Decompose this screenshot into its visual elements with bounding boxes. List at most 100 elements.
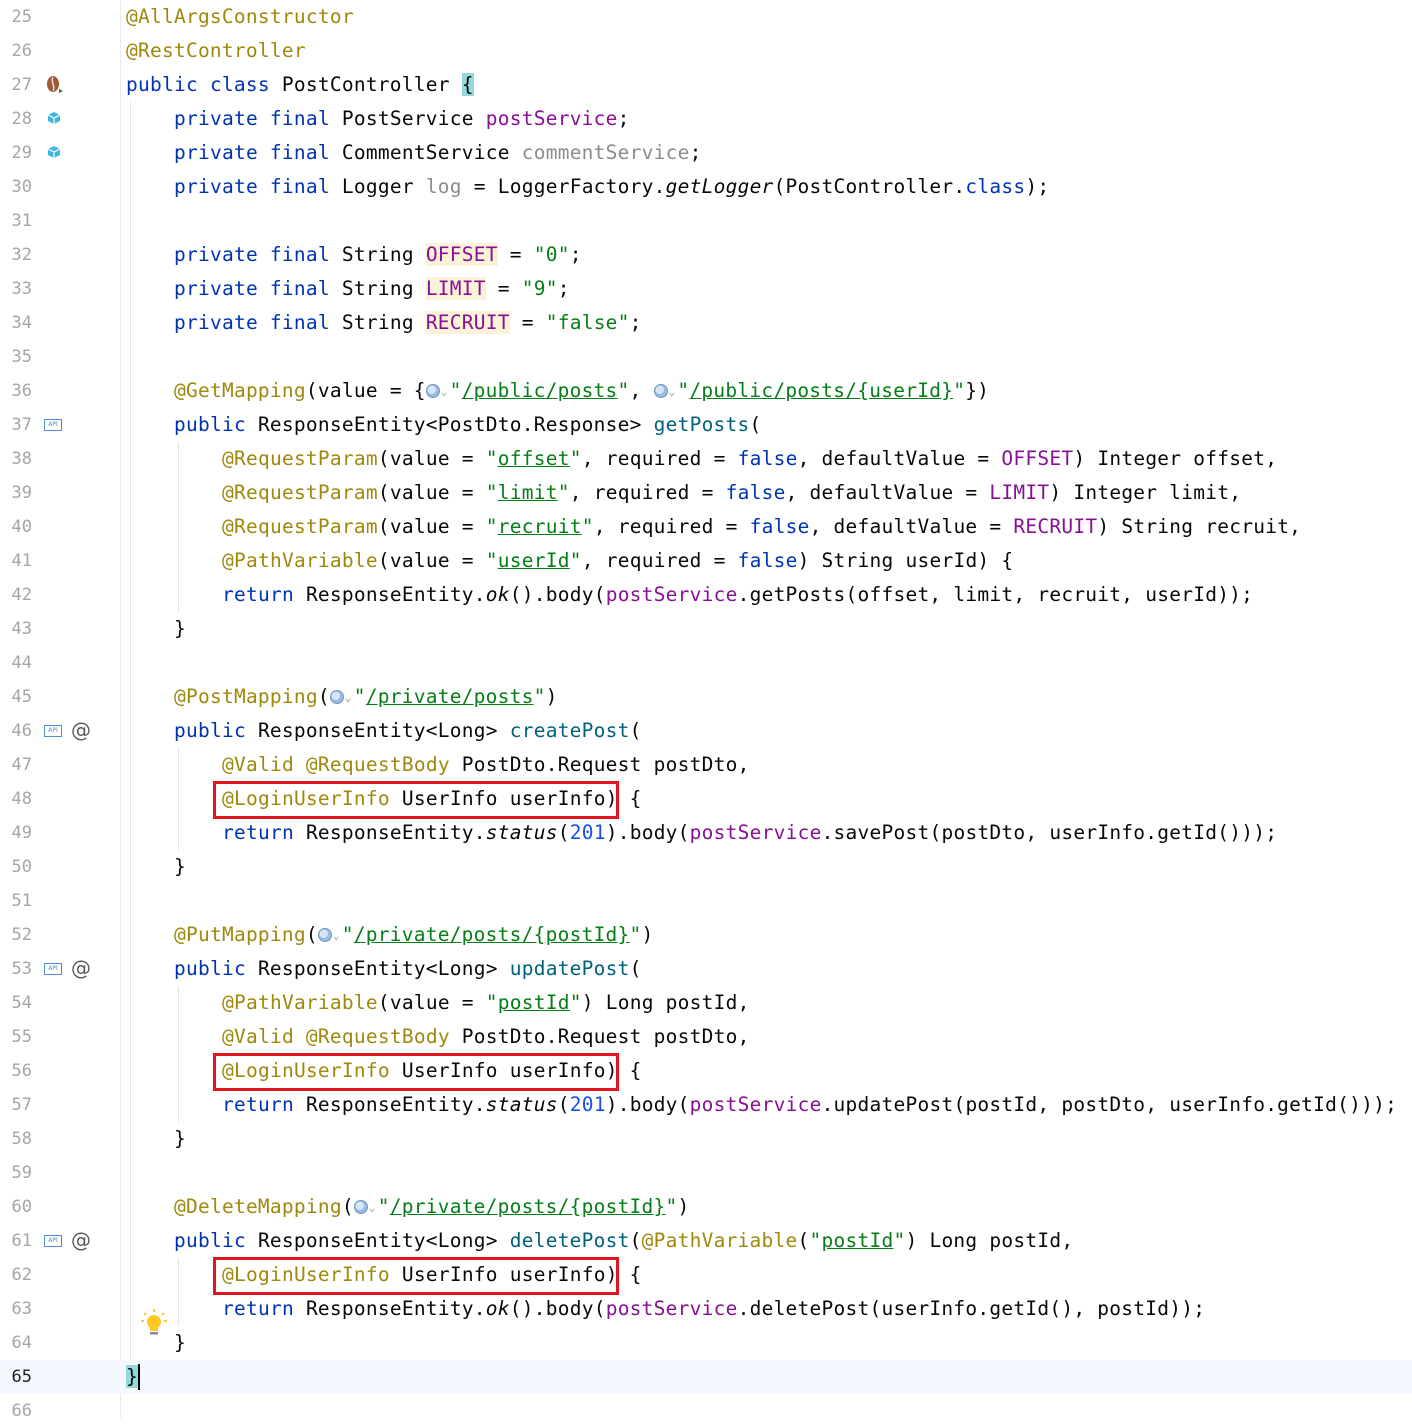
code-line[interactable]: 52 @PutMapping(⌄ "/private/posts/{postId}"… (0, 918, 1412, 952)
code-text[interactable]: } (174, 1326, 186, 1360)
line-number[interactable]: 29 (0, 136, 32, 170)
bean-icon[interactable] (46, 144, 62, 164)
line-number[interactable]: 53 (0, 952, 32, 986)
code-text[interactable]: @RequestParam(value = "offset", required… (222, 442, 1277, 476)
code-text[interactable]: @GetMapping(value = {⌄ "/public/posts", ⌄… (174, 374, 989, 409)
code-text[interactable]: @Valid @RequestBody PostDto.Request post… (222, 748, 750, 782)
code-line[interactable]: 63 return ResponseEntity.ok().body(postSe… (0, 1292, 1412, 1326)
code-text[interactable]: private final String OFFSET = "0"; (174, 238, 582, 272)
api-endpoint-icon[interactable]: API (44, 725, 62, 737)
line-number[interactable]: 41 (0, 544, 32, 578)
code-text[interactable]: return ResponseEntity.ok().body(postServ… (222, 578, 1253, 612)
code-text[interactable]: @PathVariable(value = "postId") Long pos… (222, 986, 750, 1020)
code-text[interactable]: @Valid @RequestBody PostDto.Request post… (222, 1020, 750, 1054)
code-line[interactable]: 28 private final PostService postService; (0, 102, 1412, 136)
line-number[interactable]: 30 (0, 170, 32, 204)
code-line[interactable]: 51 (0, 884, 1412, 918)
code-text[interactable]: public ResponseEntity<Long> updatePost( (174, 952, 642, 986)
api-endpoint-icon[interactable]: API (44, 963, 62, 975)
line-number[interactable]: 44 (0, 646, 32, 680)
code-text[interactable]: @DeleteMapping(⌄ "/private/posts/{postId}… (174, 1190, 690, 1225)
url-globe-icon[interactable]: ⌄ (425, 379, 450, 402)
code-line[interactable]: 61 public ResponseEntity<Long> deletePost… (0, 1224, 1412, 1258)
code-text[interactable]: @RestController (126, 34, 306, 68)
code-line[interactable]: 64} (0, 1309, 1412, 1360)
code-line[interactable]: 50} (0, 850, 1412, 884)
code-text[interactable]: @AllArgsConstructor (126, 0, 354, 34)
line-number[interactable]: 28 (0, 102, 32, 136)
line-number[interactable]: 32 (0, 238, 32, 272)
code-text[interactable]: private final Logger log = LoggerFactory… (174, 170, 1049, 204)
url-globe-icon[interactable]: ⌄ (329, 685, 354, 708)
code-text[interactable]: private final String RECRUIT = "false"; (174, 306, 642, 340)
code-line[interactable]: 34 private final String RECRUIT = "false"… (0, 306, 1412, 340)
code-text[interactable]: return ResponseEntity.status(201).body(p… (222, 1088, 1397, 1122)
line-number[interactable]: 46 (0, 714, 32, 748)
code-text[interactable]: } (174, 1122, 186, 1156)
line-number[interactable]: 57 (0, 1088, 32, 1122)
coffee-bean-icon[interactable] (44, 74, 66, 100)
code-line[interactable]: 55 @Valid @RequestBody PostDto.Request po… (0, 1020, 1412, 1054)
bean-icon[interactable] (46, 110, 62, 130)
code-line[interactable]: 47 @Valid @RequestBody PostDto.Request po… (0, 748, 1412, 782)
code-line[interactable]: 56 @LoginUserInfo UserInfo userInfo) { (0, 1054, 1412, 1088)
code-text[interactable]: } (174, 850, 186, 884)
code-text[interactable]: public class PostController { (126, 68, 474, 102)
code-line[interactable]: 43} (0, 612, 1412, 646)
code-line[interactable]: 25 @AllArgsConstructor (0, 0, 1412, 34)
api-endpoint-icon[interactable]: API (44, 1235, 62, 1247)
code-line[interactable]: 45 @PostMapping(⌄ "/private/posts") (0, 680, 1412, 714)
code-line[interactable]: 35 (0, 340, 1412, 374)
code-text[interactable]: } (174, 612, 186, 646)
code-line[interactable]: 36 @GetMapping(value = {⌄ "/public/posts",… (0, 374, 1412, 408)
line-number[interactable]: 31 (0, 204, 32, 238)
code-text[interactable]: public ResponseEntity<Long> createPost( (174, 714, 642, 748)
line-number[interactable]: 51 (0, 884, 32, 918)
code-line[interactable]: 39 @RequestParam(value = "limit", require… (0, 476, 1412, 510)
code-line[interactable]: 46 public ResponseEntity<Long> createPost… (0, 714, 1412, 748)
line-number[interactable]: 64 (0, 1326, 32, 1360)
code-line[interactable]: 48 @LoginUserInfo UserInfo userInfo) { (0, 782, 1412, 816)
code-line[interactable]: 41 @PathVariable(value = "userId", requir… (0, 544, 1412, 578)
annotation-at-icon[interactable]: @ (71, 720, 91, 740)
line-number[interactable]: 55 (0, 1020, 32, 1054)
line-number[interactable]: 43 (0, 612, 32, 646)
line-number[interactable]: 56 (0, 1054, 32, 1088)
line-number[interactable]: 61 (0, 1224, 32, 1258)
code-text[interactable]: @PostMapping(⌄ "/private/posts") (174, 680, 558, 715)
line-number[interactable]: 38 (0, 442, 32, 476)
code-line[interactable]: 40 @RequestParam(value = "recruit", requi… (0, 510, 1412, 544)
line-number[interactable]: 42 (0, 578, 32, 612)
code-line[interactable]: 27 public class PostController { (0, 68, 1412, 102)
code-line[interactable]: 42 return ResponseEntity.ok().body(postSe… (0, 578, 1412, 612)
code-line[interactable]: 30 private final Logger log = LoggerFacto… (0, 170, 1412, 204)
line-number[interactable]: 34 (0, 306, 32, 340)
url-globe-icon[interactable]: ⌄ (653, 379, 678, 402)
line-number[interactable]: 37 (0, 408, 32, 442)
line-number[interactable]: 47 (0, 748, 32, 782)
code-line[interactable]: 66 (0, 1394, 1412, 1428)
line-number[interactable]: 66 (0, 1394, 32, 1428)
line-number[interactable]: 26 (0, 34, 32, 68)
line-number[interactable]: 58 (0, 1122, 32, 1156)
code-line[interactable]: 44 (0, 646, 1412, 680)
annotation-at-icon[interactable]: @ (71, 958, 91, 978)
url-globe-icon[interactable]: ⌄ (353, 1195, 378, 1218)
code-text[interactable]: private final PostService postService; (174, 102, 630, 136)
line-number[interactable]: 52 (0, 918, 32, 952)
line-number[interactable]: 65 (0, 1360, 32, 1394)
line-number[interactable]: 39 (0, 476, 32, 510)
line-number[interactable]: 25 (0, 0, 32, 34)
line-number[interactable]: 63 (0, 1292, 32, 1326)
code-text[interactable]: private final String LIMIT = "9"; (174, 272, 570, 306)
code-line[interactable]: 65} (0, 1360, 1412, 1394)
line-number[interactable]: 33 (0, 272, 32, 306)
code-text[interactable]: @PutMapping(⌄ "/private/posts/{postId}") (174, 918, 654, 953)
code-text[interactable]: public ResponseEntity<Long> deletePost(@… (174, 1224, 1073, 1258)
code-text[interactable]: return ResponseEntity.status(201).body(p… (222, 816, 1277, 850)
code-text[interactable]: @RequestParam(value = "limit", required … (222, 476, 1241, 510)
line-number[interactable]: 62 (0, 1258, 32, 1292)
line-number[interactable]: 59 (0, 1156, 32, 1190)
line-number[interactable]: 60 (0, 1190, 32, 1224)
line-number[interactable]: 35 (0, 340, 32, 374)
